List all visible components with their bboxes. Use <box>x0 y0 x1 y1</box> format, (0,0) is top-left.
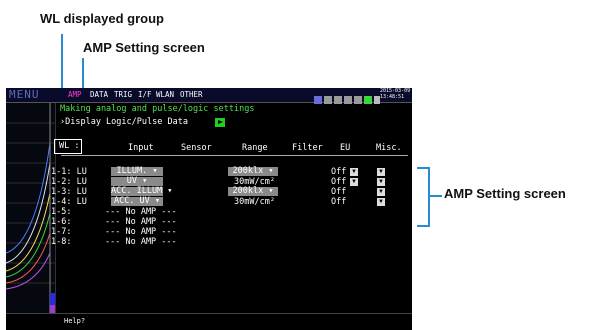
table-row: 1-4: LU <box>51 197 87 207</box>
help-text[interactable]: Help? <box>64 317 85 325</box>
page-title: Making analog and pulse/logic settings <box>60 104 255 114</box>
no-amp-label: --- No AMP --- <box>105 217 177 227</box>
eu-value: Off <box>331 197 347 207</box>
datetime: 2015-03-09 13:48:51 <box>380 88 410 100</box>
device-screen: MENU AMP DATA TRIG I/F WLAN OTHER 2015-0… <box>6 88 412 330</box>
amp-right-callout-line <box>430 195 442 197</box>
menu-button[interactable]: MENU <box>9 88 40 101</box>
channel-label: 1-3: LU <box>51 187 87 197</box>
header-range: Range <box>242 143 268 153</box>
misc-arrow-button[interactable]: ▼ <box>377 178 385 186</box>
channel-label: 1-2: LU <box>51 177 87 187</box>
help-bar: Help? <box>6 313 412 330</box>
header-eu: EU <box>340 143 351 153</box>
input-value: ACC. UV <box>113 196 150 206</box>
wl-label: WL : <box>59 141 80 151</box>
table-row: 1-6: <box>51 217 71 227</box>
eu-arrow-button[interactable]: ▼ <box>350 178 358 186</box>
misc-arrow-button[interactable]: ▼ <box>377 168 385 176</box>
input-select[interactable]: ILLUM. ▾ <box>111 167 163 176</box>
waveform-graph <box>6 103 55 313</box>
eu-value: Off <box>331 187 347 197</box>
amp-setting-annotation-top: AMP Setting screen <box>83 40 205 55</box>
tab-data[interactable]: DATA <box>88 90 110 100</box>
status-icons <box>314 91 380 109</box>
header-input: Input <box>128 143 154 153</box>
waveform-preview <box>6 103 56 313</box>
misc-arrow-button[interactable]: ▼ <box>377 188 385 196</box>
input-value: ACC. ILLUM <box>111 186 163 196</box>
eu-arrow-button[interactable]: ▼ <box>350 168 358 176</box>
range-value: 200klx <box>232 166 264 176</box>
wl-selector[interactable]: WL : <box>54 139 82 154</box>
status-icon <box>354 96 362 104</box>
wl-group-annotation: WL displayed group <box>40 11 164 26</box>
table-row: 1-2: LU <box>51 177 87 187</box>
input-select[interactable]: ACC. ILLUM ▾ <box>111 186 172 196</box>
tab-bar: MENU AMP DATA TRIG I/F WLAN OTHER 2015-0… <box>6 88 412 104</box>
time: 13:48:51 <box>380 94 405 100</box>
amp-right-bracket-vertical <box>428 167 430 227</box>
no-amp-label: --- No AMP --- <box>105 237 177 247</box>
channel-label: 1-4: LU <box>51 197 87 207</box>
tab-if[interactable]: I/F <box>136 90 154 100</box>
header-divider <box>61 155 408 156</box>
status-icon <box>314 96 322 104</box>
no-amp-label: --- No AMP --- <box>105 207 177 217</box>
input-select[interactable]: UV ▾ <box>111 177 163 186</box>
status-icon <box>334 96 342 104</box>
status-icon <box>344 96 352 104</box>
amp-setting-annotation-right: AMP Setting screen <box>444 186 566 201</box>
channel-label: 1-1: LU <box>51 167 87 177</box>
status-icon <box>364 96 372 104</box>
eu-value: Off <box>331 177 347 187</box>
range-value: 200klx <box>232 186 264 196</box>
header-misc: Misc. <box>376 143 402 153</box>
table-row: 1-8: <box>51 237 71 247</box>
tab-wlan[interactable]: WLAN <box>154 90 176 100</box>
header-filter: Filter <box>292 143 323 153</box>
status-icon <box>324 96 332 104</box>
range-select[interactable]: 200klx ▾ <box>228 167 278 176</box>
range-select[interactable]: 200klx ▾ <box>228 187 278 196</box>
input-value: ILLUM. <box>116 166 148 176</box>
input-select[interactable]: ACC. UV ▾ <box>111 197 163 206</box>
tab-other[interactable]: OTHER <box>178 90 205 100</box>
no-amp-label: --- No AMP --- <box>105 227 177 237</box>
misc-arrow-button[interactable]: ▼ <box>377 198 385 206</box>
channel-label: 1-7: <box>51 227 72 237</box>
range-value: 30mW/cm² <box>234 197 275 207</box>
table-row: 1-7: <box>51 227 71 237</box>
table-row: 1-5: <box>51 207 71 217</box>
channel-label: 1-6: <box>51 217 72 227</box>
table-row: 1-1: LU <box>51 167 87 177</box>
header-sensor: Sensor <box>181 143 212 153</box>
table-row: 1-3: LU <box>51 187 87 197</box>
tab-trig[interactable]: TRIG <box>112 90 134 100</box>
channel-label: 1-5: <box>51 207 72 217</box>
play-button[interactable] <box>215 118 225 127</box>
tab-amp[interactable]: AMP <box>66 90 84 100</box>
input-value: UV <box>126 176 137 186</box>
channel-label: 1-8: <box>51 237 72 247</box>
amp-right-bracket-bottom <box>417 225 429 227</box>
display-logic-link[interactable]: ›Display Logic/Pulse Data <box>60 117 188 127</box>
eu-value: Off <box>331 167 347 177</box>
